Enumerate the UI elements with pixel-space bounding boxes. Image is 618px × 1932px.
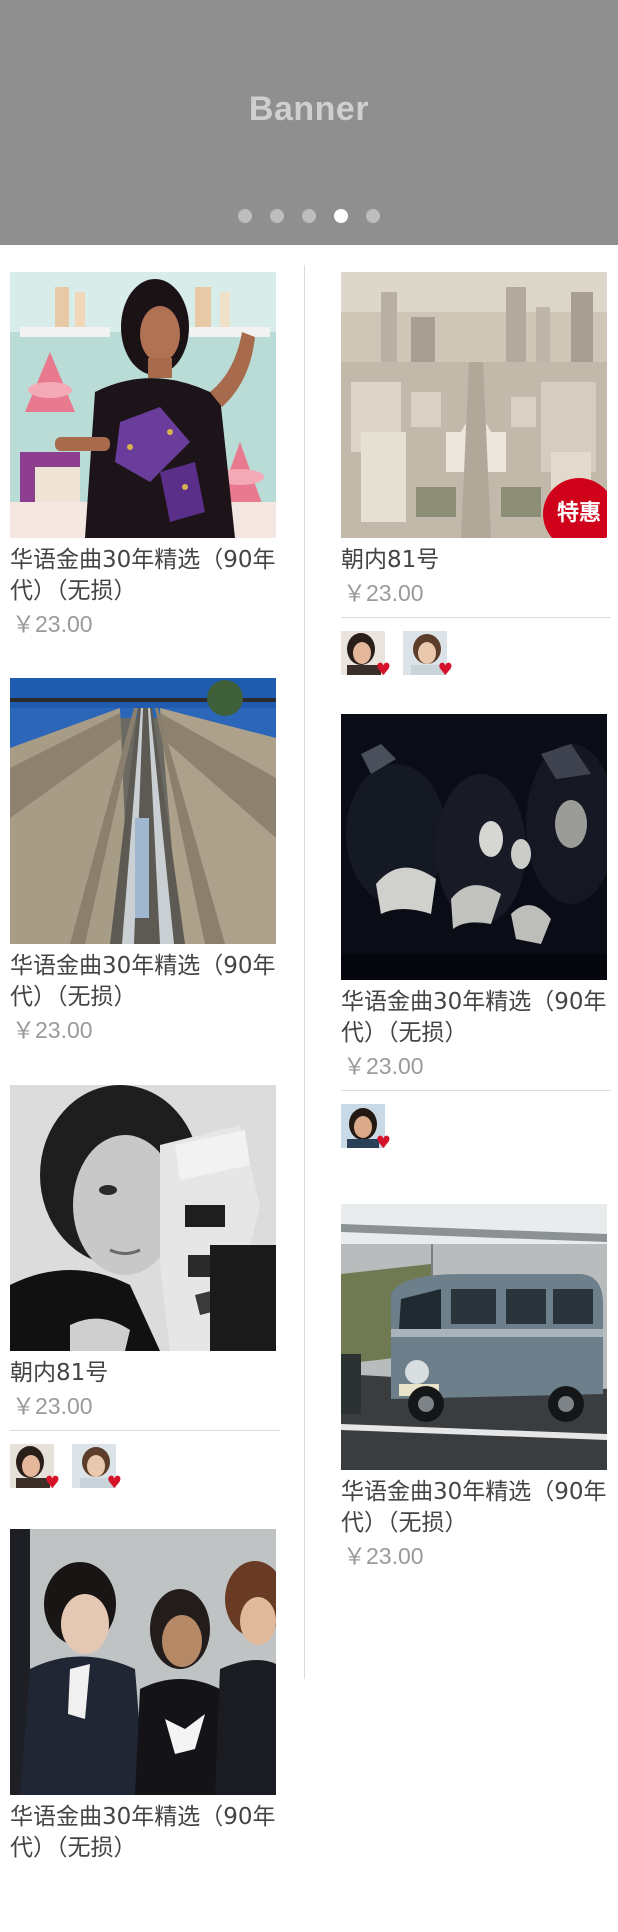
card-separator xyxy=(10,1430,280,1431)
carousel-dot[interactable] xyxy=(302,209,316,223)
liker-avatar-4[interactable]: ♥ xyxy=(10,1444,60,1492)
product-title[interactable]: 华语金曲30年精选（90年代）（无损） xyxy=(10,1802,280,1864)
column-divider xyxy=(304,265,305,1679)
product-title[interactable]: 华语金曲30年精选（90年代）（无损） xyxy=(10,951,280,1013)
heart-icon: ♥ xyxy=(106,1473,122,1493)
liker-avatar-3[interactable]: ♥ xyxy=(341,1104,391,1152)
product-card[interactable]: 华语金曲30年精选（90年代）（无损） ￥23.00 xyxy=(341,1204,611,1572)
carousel-dot[interactable] xyxy=(366,209,380,223)
metal-band-image[interactable] xyxy=(341,714,607,980)
card-separator xyxy=(341,1090,611,1091)
liker-avatar-1[interactable]: ♥ xyxy=(341,631,391,679)
product-title[interactable]: 华语金曲30年精选（90年代）（无损） xyxy=(341,1477,611,1539)
fashion-woman-macarons-image[interactable] xyxy=(10,272,276,538)
liker-avatar-2[interactable]: ♥ xyxy=(403,631,453,679)
band-group-image[interactable] xyxy=(10,1529,276,1795)
liker-avatars: ♥ ♥ xyxy=(341,631,611,679)
heart-icon: ♥ xyxy=(375,660,391,680)
railway-tracks-image[interactable] xyxy=(10,678,276,944)
product-card[interactable]: 华语金曲30年精选（90年代）（无损） xyxy=(10,1529,280,1864)
liker-avatars: ♥ xyxy=(341,1104,611,1152)
product-price: ￥23.00 xyxy=(343,1543,424,1569)
product-card[interactable]: 华语金曲30年精选（90年代）（无损） ￥23.00 ♥ xyxy=(341,714,611,1152)
carousel-dot[interactable] xyxy=(270,209,284,223)
product-price: ￥23.00 xyxy=(343,580,424,606)
product-title[interactable]: 朝内81号 xyxy=(341,545,611,576)
banner-title: Banner xyxy=(248,90,370,128)
liker-avatar-5[interactable]: ♥ xyxy=(72,1444,122,1492)
product-price: ￥23.00 xyxy=(12,611,93,637)
product-price: ￥23.00 xyxy=(343,1053,424,1079)
city-aerial-image[interactable]: 特惠 xyxy=(341,272,607,538)
product-title[interactable]: 华语金曲30年精选（90年代）（无损） xyxy=(10,545,280,607)
product-price: ￥23.00 xyxy=(12,1017,93,1043)
liker-avatars: ♥ ♥ xyxy=(10,1444,280,1492)
carousel-dot-active[interactable] xyxy=(334,209,348,223)
heart-icon: ♥ xyxy=(437,660,453,680)
product-card[interactable]: 华语金曲30年精选（90年代）（无损） ￥23.00 xyxy=(10,678,280,1046)
vw-van-image[interactable] xyxy=(341,1204,607,1470)
banner-carousel[interactable]: Banner xyxy=(0,0,618,245)
product-card[interactable]: 华语金曲30年精选（90年代）（无损） ￥23.00 xyxy=(10,272,280,640)
product-title[interactable]: 朝内81号 xyxy=(10,1358,280,1389)
product-title[interactable]: 华语金曲30年精选（90年代）（无损） xyxy=(341,987,611,1049)
tattooed-woman-portrait-image[interactable] xyxy=(10,1085,276,1351)
heart-icon: ♥ xyxy=(375,1133,391,1153)
product-price: ￥23.00 xyxy=(12,1393,93,1419)
carousel-pagination xyxy=(0,209,618,223)
card-separator xyxy=(341,617,611,618)
heart-icon: ♥ xyxy=(44,1473,60,1493)
product-card[interactable]: 朝内81号 ￥23.00 ♥ ♥ xyxy=(10,1085,280,1492)
product-card[interactable]: 特惠 朝内81号 ￥23.00 ♥ ♥ xyxy=(341,272,611,679)
carousel-dot[interactable] xyxy=(238,209,252,223)
